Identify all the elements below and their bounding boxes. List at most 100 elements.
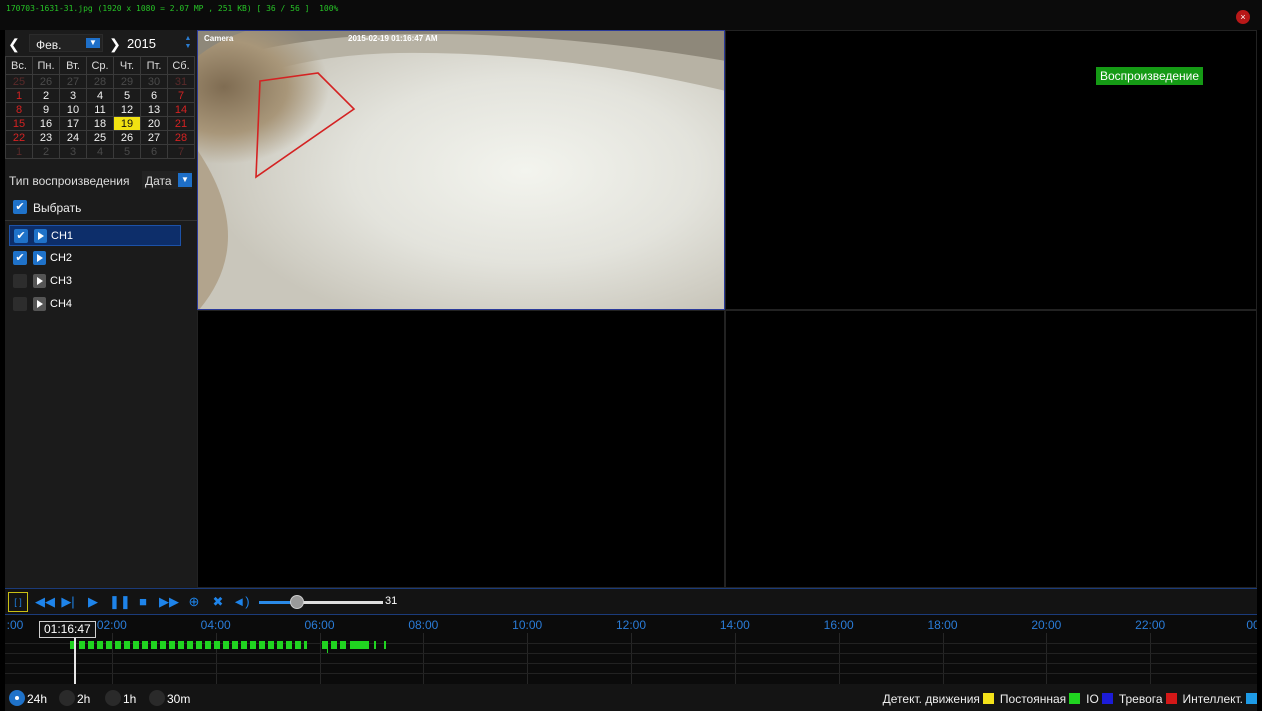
calendar-day[interactable]: 6 [140, 144, 168, 159]
prev-month-icon[interactable]: ❮ [7, 36, 21, 53]
recording-segment[interactable] [384, 641, 386, 649]
calendar-day[interactable]: 4 [86, 144, 114, 159]
calendar-day[interactable]: 19 [113, 116, 141, 131]
video-cell-2[interactable]: Воспроизведение [725, 30, 1257, 310]
timeline[interactable]: :00 02:00 04:00 06:00 08:00 10:00 12:00 14:00 16… [5, 614, 1257, 684]
calendar-day[interactable]: 26 [113, 130, 141, 145]
zoom-in-icon[interactable]: ⊕ [185, 593, 203, 611]
channel-play-icon[interactable] [33, 251, 46, 265]
year-spinner-icon[interactable]: ▲ ▼ [183, 35, 193, 51]
chevron-down-icon[interactable]: ▼ [178, 173, 192, 187]
calendar-day[interactable]: 7 [167, 144, 195, 159]
fast-forward-icon[interactable]: ▶▶ [159, 593, 179, 611]
calendar-day[interactable]: 9 [32, 102, 60, 117]
recording-segment[interactable] [327, 645, 329, 653]
calendar-day[interactable]: 27 [59, 74, 87, 89]
calendar-day[interactable]: 13 [140, 102, 168, 117]
calendar-day[interactable]: 17 [59, 116, 87, 131]
calendar-day[interactable]: 5 [113, 88, 141, 103]
calendar-day[interactable]: 15 [5, 116, 33, 131]
calendar-day[interactable]: 18 [86, 116, 114, 131]
recording-segment[interactable] [322, 641, 347, 649]
legend-label: Тревога [1118, 692, 1163, 706]
stop-icon[interactable]: ■ [135, 593, 151, 611]
play-icon[interactable]: ▶ [85, 593, 101, 611]
calendar-day[interactable]: 29 [113, 74, 141, 89]
channel-row-ch3[interactable]: CH3 [9, 271, 181, 292]
recording-segment[interactable] [349, 641, 369, 649]
radio-button[interactable] [105, 690, 121, 706]
calendar-day[interactable]: 28 [86, 74, 114, 89]
calendar-day[interactable]: 22 [5, 130, 33, 145]
radio-button[interactable] [149, 690, 165, 706]
calendar-day[interactable]: 1 [5, 144, 33, 159]
calendar-day[interactable]: 7 [167, 88, 195, 103]
recording-segment[interactable] [374, 641, 376, 649]
calendar-day[interactable]: 31 [167, 74, 195, 89]
viewer-close-icon[interactable]: × [1236, 10, 1250, 24]
month-select[interactable]: Фев. ▼ [29, 34, 103, 52]
time-range-1h[interactable]: 1h [105, 690, 149, 706]
calendar-day[interactable]: 28 [167, 130, 195, 145]
radio-button[interactable] [9, 690, 25, 706]
video-cell-1[interactable]: Camera 2015-02-19 01:16:47 AM [197, 30, 725, 310]
video-cell-4[interactable] [725, 310, 1257, 588]
recording-segment[interactable] [70, 641, 307, 649]
select-all-row[interactable]: ✔ Выбрать [11, 199, 191, 217]
channel-checkbox[interactable] [13, 274, 27, 288]
rewind-icon[interactable]: ◀◀ [35, 593, 55, 611]
calendar-day[interactable]: 24 [59, 130, 87, 145]
calendar-day[interactable]: 2 [32, 144, 60, 159]
pause-icon[interactable]: ❚❚ [109, 593, 131, 611]
calendar-day[interactable]: 8 [5, 102, 33, 117]
calendar-day[interactable]: 21 [167, 116, 195, 131]
step-forward-icon[interactable]: ▶| [60, 593, 76, 611]
time-range-label: 1h [123, 692, 137, 706]
calendar-day[interactable]: 6 [140, 88, 168, 103]
time-range-2h[interactable]: 2h [59, 690, 103, 706]
channel-checkbox[interactable]: ✔ [14, 229, 28, 243]
calendar-day[interactable]: 27 [140, 130, 168, 145]
channel-row-ch1[interactable]: ✔ CH1 [9, 225, 181, 246]
calendar-day[interactable]: 25 [5, 74, 33, 89]
volume-icon[interactable]: ◄) [231, 593, 251, 611]
calendar-day[interactable]: 16 [32, 116, 60, 131]
calendar-day[interactable]: 3 [59, 88, 87, 103]
volume-slider[interactable] [259, 595, 383, 609]
radio-button[interactable] [59, 690, 75, 706]
time-range-30m[interactable]: 30m [149, 690, 193, 706]
channel-play-icon[interactable] [34, 229, 47, 243]
fullscreen-button[interactable]: [ ] [8, 592, 28, 612]
playback-type-select[interactable]: Дата ▼ [142, 171, 192, 189]
calendar-day[interactable]: 14 [167, 102, 195, 117]
calendar-day[interactable]: 2 [32, 88, 60, 103]
calendar-day[interactable]: 4 [86, 88, 114, 103]
channel-play-icon[interactable] [33, 297, 46, 311]
calendar-day[interactable]: 30 [140, 74, 168, 89]
channel-play-icon[interactable] [33, 274, 46, 288]
calendar-day[interactable]: 12 [113, 102, 141, 117]
timeline-gridline [734, 633, 736, 684]
volume-slider-handle[interactable] [290, 595, 305, 609]
calendar-day[interactable]: 5 [113, 144, 141, 159]
calendar-day[interactable]: 1 [5, 88, 33, 103]
channel-checkbox[interactable]: ✔ [13, 251, 27, 265]
next-month-icon[interactable]: ❯ [108, 36, 122, 53]
calendar-day[interactable]: 23 [32, 130, 60, 145]
timeline-gridline [942, 633, 944, 684]
channel-row-ch4[interactable]: CH4 [9, 294, 181, 315]
clip-cut-icon[interactable]: ✖ [209, 593, 227, 611]
video-cell-3[interactable] [197, 310, 725, 588]
timeline-gridline [838, 633, 840, 684]
channel-checkbox[interactable] [13, 297, 27, 311]
chevron-down-icon[interactable]: ▼ [86, 38, 100, 48]
calendar-day[interactable]: 25 [86, 130, 114, 145]
calendar-day[interactable]: 20 [140, 116, 168, 131]
channel-row-ch2[interactable]: ✔ CH2 [9, 248, 181, 269]
calendar-day[interactable]: 10 [59, 102, 87, 117]
calendar-day[interactable]: 11 [86, 102, 114, 117]
calendar-day[interactable]: 26 [32, 74, 60, 89]
time-range-24h[interactable]: 24h [9, 690, 53, 706]
checkbox-select-all[interactable]: ✔ [13, 200, 27, 214]
calendar-day[interactable]: 3 [59, 144, 87, 159]
